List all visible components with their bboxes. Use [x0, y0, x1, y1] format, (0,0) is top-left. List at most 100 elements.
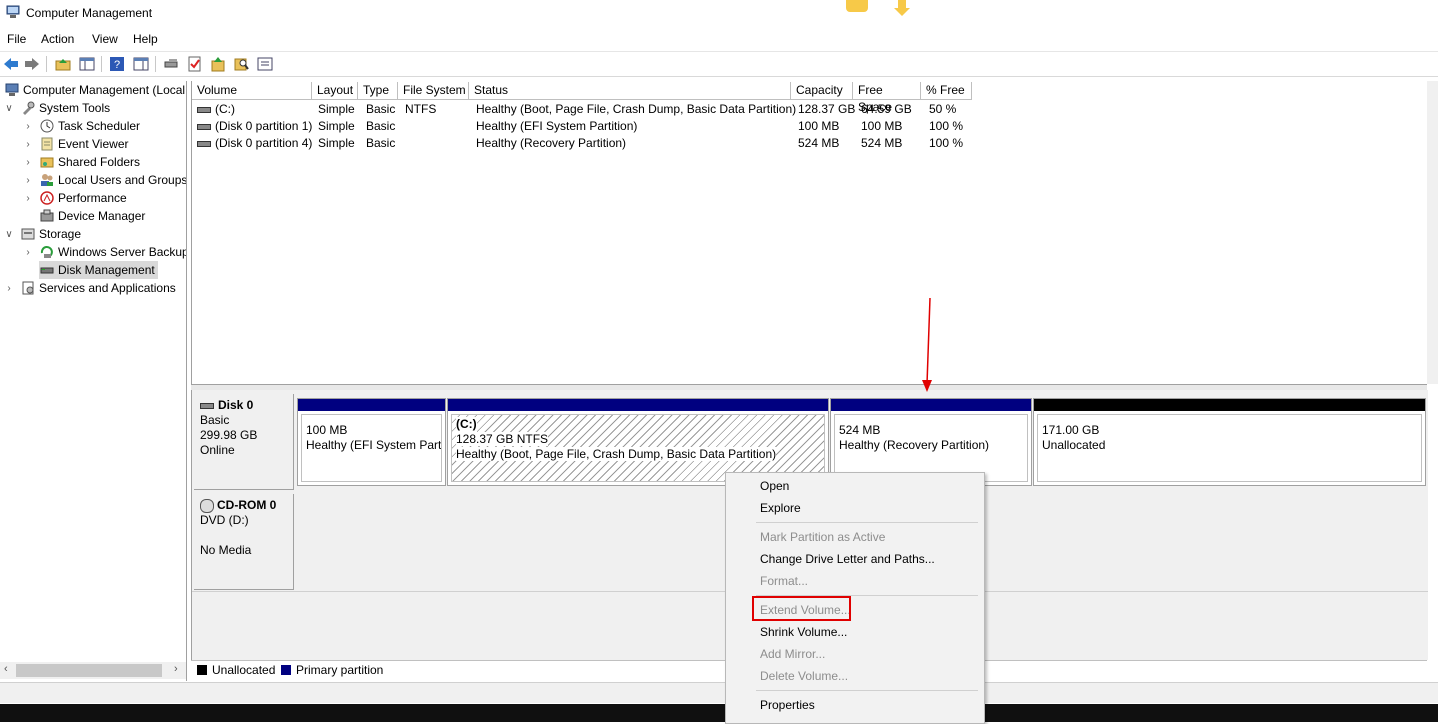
cdrom-type: DVD (D:) — [200, 513, 249, 527]
forward-arrow-icon[interactable] — [23, 55, 41, 73]
volume-layout: Simple — [318, 102, 355, 116]
column-header-layout[interactable]: Layout — [312, 82, 358, 100]
volume-row[interactable]: (C:) Simple Basic NTFS Healthy (Boot, Pa… — [192, 101, 1428, 118]
legend-primary-partition: Primary partition — [296, 663, 384, 677]
volume-file-system: NTFS — [405, 102, 437, 116]
column-header-type[interactable]: Type — [358, 82, 398, 100]
rescan-icon[interactable] — [209, 55, 227, 73]
menu-item-change-drive-letter[interactable]: Change Drive Letter and Paths... — [726, 549, 982, 569]
tree-item-local-users[interactable]: › Local Users and Groups — [23, 171, 186, 189]
svg-text:?: ? — [114, 59, 120, 71]
menu-item-format[interactable]: Format... — [726, 571, 982, 591]
tree-item-performance[interactable]: › Performance — [23, 189, 127, 207]
search-icon[interactable] — [232, 55, 250, 73]
help-icon[interactable]: ? — [108, 55, 126, 73]
partition-size: 171.00 GB — [1042, 423, 1100, 437]
tree-item-shared-folders[interactable]: › Shared Folders — [23, 153, 140, 171]
chevron-right-icon[interactable]: › — [23, 157, 33, 168]
volume-name: (Disk 0 partition 1) — [215, 119, 313, 133]
tree-item-label: Performance — [58, 191, 127, 205]
chevron-right-icon[interactable]: › — [23, 247, 33, 258]
primary-partition-stripe — [831, 399, 1031, 411]
menu-help[interactable]: Help — [133, 32, 158, 46]
window-title: Computer Management — [26, 6, 153, 20]
volume-capacity: 524 MB — [798, 136, 840, 150]
console-tree: Computer Management (Local ∨ System Tool… — [0, 81, 187, 681]
check-icon[interactable] — [186, 55, 204, 73]
back-arrow-icon[interactable] — [2, 55, 20, 73]
menu-bar: File Action View Help — [0, 29, 1438, 49]
menu-file[interactable]: File — [7, 32, 26, 46]
chevron-down-icon[interactable]: ∨ — [4, 103, 14, 114]
disk-0-label[interactable]: Disk 0 Basic 299.98 GB Online — [194, 394, 294, 490]
menu-item-delete-volume[interactable]: Delete Volume... — [726, 666, 982, 686]
show-hide-tree-icon[interactable] — [78, 55, 96, 73]
partition-status: Healthy (EFI System Partit — [306, 438, 442, 452]
volume-list-vertical-scrollbar[interactable] — [1427, 81, 1438, 384]
tree-item-label: Device Manager — [58, 209, 146, 223]
menu-item-open[interactable]: Open — [726, 476, 982, 496]
tree-item-label: System Tools — [39, 101, 111, 115]
volume-capacity: 128.37 GB — [798, 102, 856, 116]
chevron-right-icon[interactable]: › — [23, 121, 33, 132]
column-header-volume[interactable]: Volume — [192, 82, 312, 100]
menu-item-add-mirror[interactable]: Add Mirror... — [726, 644, 982, 664]
list-icon[interactable] — [256, 55, 274, 73]
properties-pane-icon[interactable] — [132, 55, 150, 73]
disk-icon — [200, 402, 214, 409]
unallocated-stripe — [1034, 399, 1425, 411]
tree-item-storage[interactable]: ∨ Storage — [4, 225, 81, 243]
volume-layout: Simple — [318, 136, 355, 150]
menu-item-shrink-volume[interactable]: Shrink Volume... — [726, 622, 982, 642]
menu-action[interactable]: Action — [41, 32, 74, 46]
tree-item-label: Disk Management — [58, 263, 155, 277]
disk-type: Basic — [200, 413, 230, 427]
up-folder-icon[interactable] — [54, 55, 72, 73]
tree-item-services-and-applications[interactable]: › Services and Applications — [4, 279, 175, 297]
partition-unallocated[interactable]: 171.00 GB Unallocated — [1033, 398, 1426, 486]
chevron-right-icon[interactable]: › — [23, 193, 33, 204]
unallocated-swatch — [197, 665, 207, 675]
volume-status: Healthy (Boot, Page File, Crash Dump, Ba… — [476, 102, 797, 116]
menu-item-properties[interactable]: Properties — [726, 695, 982, 715]
tree-item-task-scheduler[interactable]: › Task Scheduler — [23, 117, 140, 135]
tree-item-disk-management[interactable]: Disk Management — [39, 261, 158, 279]
tree-item-device-manager[interactable]: Device Manager — [39, 207, 145, 225]
partition-status: Unallocated — [1042, 438, 1106, 452]
scroll-left-icon[interactable]: ‹ — [4, 663, 8, 675]
cdrom-icon — [200, 498, 214, 513]
volume-percent-free: 100 % — [929, 136, 964, 150]
connect-icon[interactable] — [162, 55, 180, 73]
menu-view[interactable]: View — [92, 32, 118, 46]
scrollbar-thumb[interactable] — [16, 664, 162, 677]
partition-efi[interactable]: 100 MB Healthy (EFI System Partit — [297, 398, 446, 486]
tree-item-windows-server-backup[interactable]: › Windows Server Backup — [23, 243, 186, 261]
volume-name: (C:) — [215, 102, 235, 116]
tree-horizontal-scrollbar[interactable]: ‹ › — [0, 662, 186, 679]
volume-row[interactable]: (Disk 0 partition 4) Simple Basic Health… — [192, 135, 1428, 152]
volume-row[interactable]: (Disk 0 partition 1) Simple Basic Health… — [192, 118, 1428, 135]
column-header-capacity[interactable]: Capacity — [791, 82, 853, 100]
tree-item-event-viewer[interactable]: › Event Viewer — [23, 135, 128, 153]
column-header-percent-free[interactable]: % Free — [921, 82, 972, 100]
volume-type: Basic — [366, 102, 396, 116]
tree-root[interactable]: Computer Management (Local — [4, 81, 185, 99]
computer-management-icon — [6, 5, 20, 18]
column-header-free-space[interactable]: Free Space — [853, 82, 921, 114]
storage-icon — [20, 227, 35, 242]
chevron-down-icon[interactable]: ∨ — [4, 229, 14, 240]
menu-item-explore[interactable]: Explore — [726, 498, 982, 518]
legend-unallocated: Unallocated — [212, 663, 276, 677]
tree-item-system-tools[interactable]: ∨ System Tools — [4, 99, 110, 117]
volume-icon — [197, 106, 211, 113]
chevron-right-icon[interactable]: › — [4, 283, 14, 294]
column-header-file-system[interactable]: File System — [398, 82, 469, 100]
menu-item-mark-partition-active[interactable]: Mark Partition as Active — [726, 527, 982, 547]
chevron-right-icon[interactable]: › — [23, 175, 33, 186]
annotation-highlight-box — [752, 596, 851, 621]
column-header-status[interactable]: Status — [469, 82, 791, 100]
scroll-right-icon[interactable]: › — [174, 663, 178, 675]
chevron-right-icon[interactable]: › — [23, 139, 33, 150]
cdrom-0-label[interactable]: CD-ROM 0 DVD (D:) No Media — [194, 494, 294, 590]
volume-list: Volume Layout Type File System Status Ca… — [191, 81, 1429, 384]
